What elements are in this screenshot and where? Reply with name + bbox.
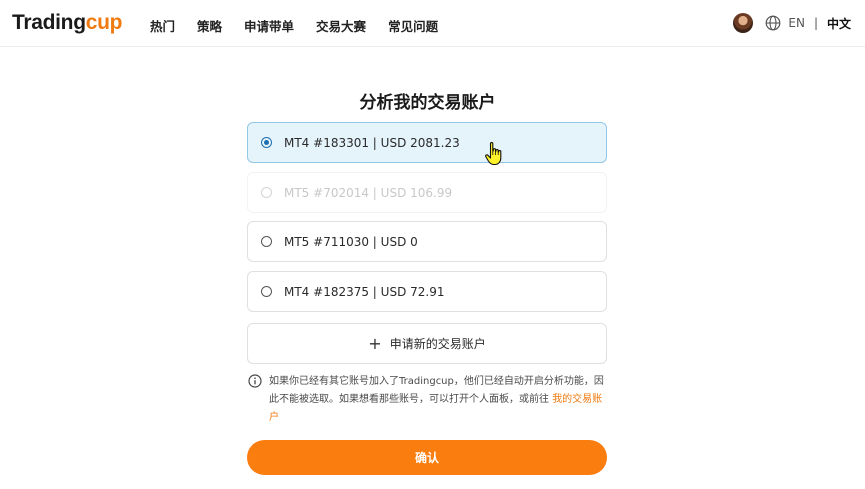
lang-zh[interactable]: 中文 [827,15,851,32]
lang-en[interactable]: EN [788,16,805,30]
nav-item-strategy[interactable]: 策略 [197,16,222,35]
lang-separator: | [813,16,818,30]
logo[interactable]: Tradingcup [12,11,122,35]
account-option-3[interactable]: MT5 #711030 | USD 0 [247,221,607,262]
account-option-1[interactable]: MT4 #183301 | USD 2081.23 [247,122,607,163]
add-account-button[interactable]: + 申请新的交易账户 [247,323,607,364]
nav-item-faq[interactable]: 常见问题 [388,16,438,35]
account-option-4[interactable]: MT4 #182375 | USD 72.91 [247,271,607,312]
nav-item-hot[interactable]: 热门 [150,16,175,35]
hand-cursor-icon [485,141,502,166]
info-note: 如果你已经有其它账号加入了Tradingcup，他们已经自动开启分析功能，因此不… [248,373,608,427]
globe-icon[interactable] [765,15,781,31]
main-nav: 热门 策略 申请带单 交易大赛 常见问题 [150,16,460,35]
account-label: MT5 #711030 | USD 0 [284,234,418,249]
page-title: 分析我的交易账户 [359,93,496,113]
info-icon [248,374,262,388]
info-text: 如果你已经有其它账号加入了Tradingcup，他们已经自动开启分析功能，因此不… [269,373,608,427]
account-label: MT4 #183301 | USD 2081.23 [284,135,460,150]
top-header: Tradingcup 热门 策略 申请带单 交易大赛 常见问题 EN | 中文 [0,0,865,47]
account-label: MT4 #182375 | USD 72.91 [284,284,445,299]
radio-icon [261,187,272,198]
account-option-2: MT5 #702014 | USD 106.99 [247,172,607,213]
confirm-button[interactable]: 确认 [247,440,607,475]
header-right: EN | 中文 [733,12,851,34]
add-account-label: 申请新的交易账户 [389,337,486,351]
plus-icon: + [368,333,382,353]
logo-prefix: Trading [12,11,86,34]
nav-item-contest[interactable]: 交易大赛 [316,16,366,35]
radio-icon[interactable] [261,236,272,247]
logo-accent: cup [85,11,123,34]
nav-item-apply-copy[interactable]: 申请带单 [244,16,294,35]
account-label: MT5 #702014 | USD 106.99 [284,185,453,200]
radio-icon[interactable] [261,286,272,297]
avatar[interactable] [733,13,754,33]
radio-icon[interactable] [261,137,272,148]
